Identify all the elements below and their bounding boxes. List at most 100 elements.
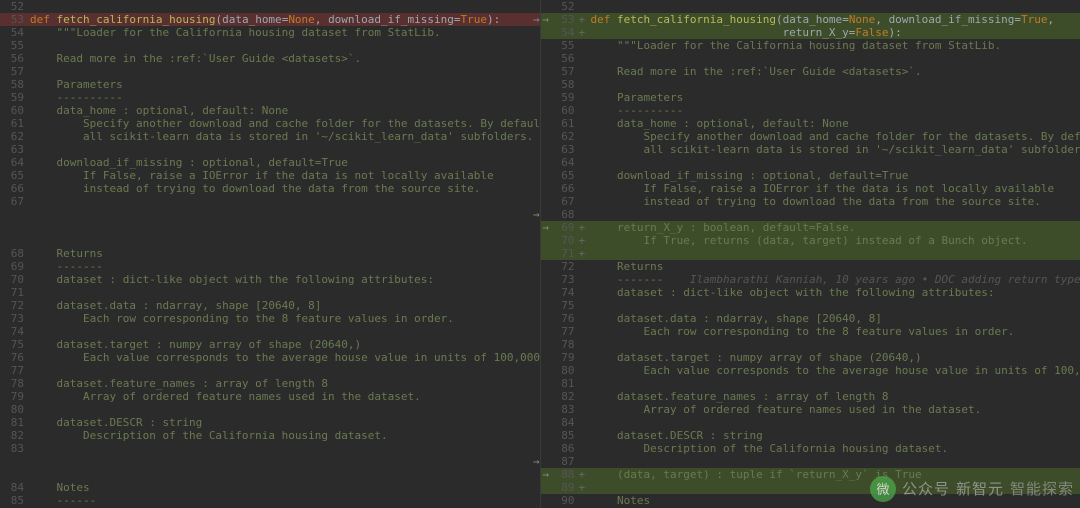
line-number: 59 xyxy=(0,91,28,104)
code-line[interactable]: 70 dataset : dict-like object with the f… xyxy=(0,273,540,286)
code-line[interactable]: 57 xyxy=(0,65,540,78)
diff-arrow-icon xyxy=(533,130,540,143)
code-line[interactable]: 60 ---------- xyxy=(541,104,1080,117)
code-line[interactable]: 67 instead of trying to download the dat… xyxy=(541,195,1080,208)
line-number: 87 xyxy=(551,455,579,468)
code-text: If True, returns (data, target) instead … xyxy=(589,234,1028,247)
diff-sign xyxy=(579,117,589,130)
code-line[interactable]: 79 Array of ordered feature names used i… xyxy=(0,390,540,403)
code-line[interactable]: 71+ xyxy=(541,247,1080,260)
code-line[interactable]: 63 all scikit-learn data is stored in '~… xyxy=(541,143,1080,156)
code-line[interactable]: 73 ------- Ilambharathi Kanniah, 10 year… xyxy=(541,273,1080,286)
code-line[interactable]: 52 xyxy=(0,0,540,13)
code-line[interactable]: 63 xyxy=(0,143,540,156)
line-number: 85 xyxy=(551,429,579,442)
code-line[interactable]: 70+ If True, returns (data, target) inst… xyxy=(541,234,1080,247)
code-line[interactable]: 81 dataset.DESCR : string xyxy=(0,416,540,429)
code-line[interactable]: 80 xyxy=(0,403,540,416)
code-line[interactable]: 75 dataset.target : numpy array of shape… xyxy=(0,338,540,351)
line-number: 81 xyxy=(0,416,28,429)
code-line[interactable]: →69+ return_X_y : boolean, default=False… xyxy=(541,221,1080,234)
code-line[interactable]: 78 xyxy=(541,338,1080,351)
code-text: Description of the California housing da… xyxy=(589,442,949,455)
diff-viewer[interactable]: 5253def fetch_california_housing(data_ho… xyxy=(0,0,1080,508)
code-line[interactable]: 66 If False, raise a IOError if the data… xyxy=(541,182,1080,195)
code-line[interactable]: 68 xyxy=(541,208,1080,221)
code-line[interactable]: 66 instead of trying to download the dat… xyxy=(0,182,540,195)
code-line[interactable]: →53+def fetch_california_housing(data_ho… xyxy=(541,13,1080,26)
code-line[interactable]: 76 Each value corresponds to the average… xyxy=(0,351,540,364)
code-line[interactable]: → xyxy=(0,455,540,468)
code-line[interactable]: 65 If False, raise a IOError if the data… xyxy=(0,169,540,182)
code-line[interactable] xyxy=(0,234,540,247)
code-line[interactable]: 62 Specify another download and cache fo… xyxy=(541,130,1080,143)
code-line[interactable]: 58 xyxy=(541,78,1080,91)
code-line[interactable]: 80 Each value corresponds to the average… xyxy=(541,364,1080,377)
code-line[interactable]: 74 dataset : dict-like object with the f… xyxy=(541,286,1080,299)
line-number: 72 xyxy=(0,299,28,312)
code-line[interactable]: 84 xyxy=(541,416,1080,429)
code-text xyxy=(589,377,591,390)
code-line[interactable]: 69 ------- xyxy=(0,260,540,273)
code-line[interactable]: 59 Parameters xyxy=(541,91,1080,104)
line-number: 58 xyxy=(0,78,28,91)
code-line[interactable]: 74 xyxy=(0,325,540,338)
diff-arrow-icon xyxy=(530,338,540,351)
code-line[interactable]: 76 dataset.data : ndarray, shape [20640,… xyxy=(541,312,1080,325)
code-line[interactable] xyxy=(0,468,540,481)
code-line[interactable]: 87 xyxy=(541,455,1080,468)
code-text: dataset.DESCR : string xyxy=(589,429,763,442)
code-line[interactable]: 60 data_home : optional, default: None xyxy=(0,104,540,117)
code-line[interactable]: 67 xyxy=(0,195,540,208)
code-line[interactable]: 79 dataset.target : numpy array of shape… xyxy=(541,351,1080,364)
diff-pane-left[interactable]: 5253def fetch_california_housing(data_ho… xyxy=(0,0,541,508)
code-line[interactable]: 55 """Loader for the California housing … xyxy=(541,39,1080,52)
diff-arrow-icon xyxy=(541,65,551,78)
line-number: 90 xyxy=(551,494,579,507)
code-line[interactable]: 58 Parameters xyxy=(0,78,540,91)
line-number: 79 xyxy=(0,390,28,403)
code-line[interactable]: 52 xyxy=(541,0,1080,13)
diff-pane-right[interactable]: 52→53+def fetch_california_housing(data_… xyxy=(541,0,1080,508)
code-line[interactable]: 57 Read more in the :ref:`User Guide <da… xyxy=(541,65,1080,78)
code-line[interactable]: 77 Each row corresponding to the 8 featu… xyxy=(541,325,1080,338)
code-line[interactable]: 62 all scikit-learn data is stored in '~… xyxy=(0,130,540,143)
code-line[interactable]: 73 Each row corresponding to the 8 featu… xyxy=(0,312,540,325)
code-line[interactable]: 83 Array of ordered feature names used i… xyxy=(541,403,1080,416)
code-line[interactable]: 81 xyxy=(541,377,1080,390)
code-line[interactable]: 68 Returns xyxy=(0,247,540,260)
code-line[interactable]: 64 download_if_missing : optional, defau… xyxy=(0,156,540,169)
code-line[interactable]: 54+ return_X_y=False): xyxy=(541,26,1080,39)
code-line[interactable]: 82 Description of the California housing… xyxy=(0,429,540,442)
code-line[interactable]: 71 xyxy=(0,286,540,299)
diff-arrow-icon xyxy=(541,208,551,221)
code-line[interactable]: 55 xyxy=(0,39,540,52)
code-line[interactable]: 53def fetch_california_housing(data_home… xyxy=(0,13,540,26)
code-text: Parameters xyxy=(589,91,684,104)
code-line[interactable]: 59 ---------- xyxy=(0,91,540,104)
code-line[interactable]: 64 xyxy=(541,156,1080,169)
code-line[interactable]: 78 dataset.feature_names : array of leng… xyxy=(0,377,540,390)
code-line[interactable]: 61 Specify another download and cache fo… xyxy=(0,117,540,130)
code-line[interactable]: 85 ------ xyxy=(0,494,540,507)
code-line[interactable]: 84 Notes xyxy=(0,481,540,494)
code-line[interactable]: 61 data_home : optional, default: None xyxy=(541,117,1080,130)
diff-sign xyxy=(579,377,589,390)
code-line[interactable]: 86 Description of the California housing… xyxy=(541,442,1080,455)
code-line[interactable]: 83 xyxy=(0,442,540,455)
code-line[interactable]: 65 download_if_missing : optional, defau… xyxy=(541,169,1080,182)
code-line[interactable]: 75 xyxy=(541,299,1080,312)
code-line[interactable]: 72 dataset.data : ndarray, shape [20640,… xyxy=(0,299,540,312)
code-line[interactable]: 77 xyxy=(0,364,540,377)
code-text: Each row corresponding to the 8 feature … xyxy=(589,325,1015,338)
code-line[interactable]: 82 dataset.feature_names : array of leng… xyxy=(541,390,1080,403)
code-line[interactable]: 72 Returns xyxy=(541,260,1080,273)
code-line[interactable]: → xyxy=(0,208,540,221)
code-line[interactable]: 56 Read more in the :ref:`User Guide <da… xyxy=(0,52,540,65)
code-text: data_home : optional, default: None xyxy=(28,104,288,117)
code-line[interactable]: 56 xyxy=(541,52,1080,65)
code-line[interactable]: 54 """Loader for the California housing … xyxy=(0,26,540,39)
code-line[interactable]: 85 dataset.DESCR : string xyxy=(541,429,1080,442)
code-line[interactable] xyxy=(0,221,540,234)
diff-sign xyxy=(579,130,589,143)
